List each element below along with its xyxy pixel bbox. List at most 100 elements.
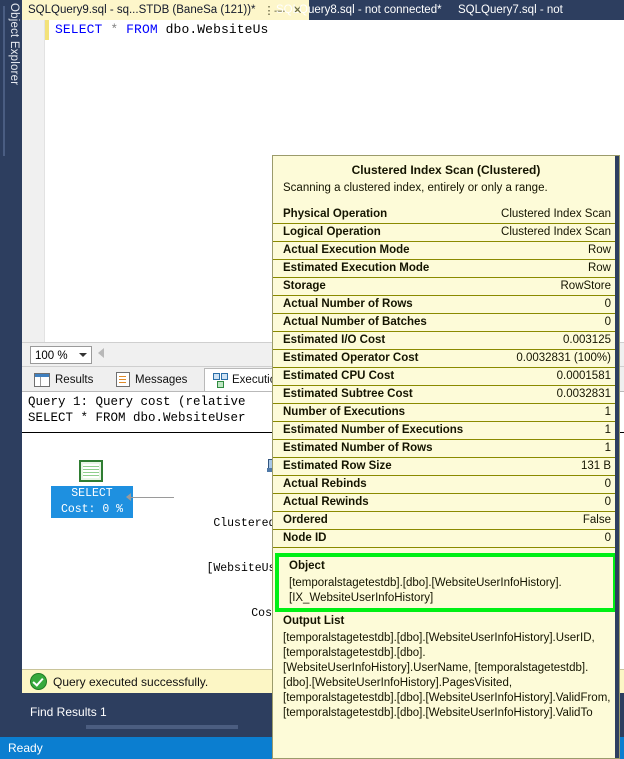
- tooltip-property-row: Estimated Execution Mode Row: [273, 259, 619, 278]
- tooltip-property-key: Actual Rebinds: [273, 475, 484, 494]
- tooltip-property-key: Estimated Execution Mode: [273, 259, 484, 278]
- plan-header-line2: SELECT * FROM dbo.WebsiteUser: [28, 411, 246, 425]
- tooltip-output-value: [temporalstagetestdb].[dbo].[WebsiteUser…: [283, 632, 611, 719]
- tooltip-property-key: Number of Executions: [273, 403, 484, 422]
- sql-star: *: [110, 22, 119, 37]
- tooltip-property-row: Actual Rebinds 0: [273, 475, 619, 494]
- tooltip-property-value: 0.003125: [483, 331, 619, 350]
- tooltip-property-key: Logical Operation: [273, 223, 484, 242]
- tooltip-property-row: Estimated Number of Executions 1: [273, 421, 619, 440]
- tooltip-property-row: Physical Operation Clustered Index Scan: [273, 206, 619, 224]
- sql-keyword-select: SELECT: [55, 22, 103, 37]
- sql-editor[interactable]: SELECT * FROM dbo.WebsiteUserInfoHistory: [22, 20, 269, 342]
- tooltip-property-value: 1: [483, 421, 619, 440]
- plan-node-select[interactable]: SELECT Cost: 0 %: [51, 486, 133, 518]
- tooltip-property-row: Estimated Number of Rows 1: [273, 439, 619, 458]
- tooltip-property-value: 0: [483, 295, 619, 314]
- tooltip-property-value: 0.0032831 (100%): [483, 349, 619, 368]
- tooltip-property-value: 0: [483, 313, 619, 332]
- select-table-icon: [79, 460, 103, 482]
- tooltip-property-row: Estimated Operator Cost 0.0032831 (100%): [273, 349, 619, 368]
- tab-sqlquery9[interactable]: SQLQuery9.sql - sq...STDB (BaneSa (121))…: [22, 0, 309, 20]
- tab-title: SQLQuery8.sql - not connected*: [276, 4, 442, 16]
- tooltip-property-value: 1: [483, 403, 619, 422]
- grid-icon: [34, 372, 50, 387]
- tooltip-property-row: Ordered False: [273, 511, 619, 530]
- tooltip-property-value: 0: [483, 475, 619, 494]
- tab-messages[interactable]: Messages: [108, 368, 195, 391]
- editor-gutter: [22, 20, 45, 342]
- tooltip-property-value: 1: [483, 439, 619, 458]
- object-explorer-dock: Object Explorer: [0, 0, 22, 759]
- tab-results[interactable]: Results: [26, 368, 101, 391]
- tooltip-property-value: Clustered Index Scan: [483, 206, 619, 224]
- tooltip-property-key: Actual Rewinds: [273, 493, 484, 512]
- tooltip-property-value: Row: [483, 259, 619, 278]
- tab-sqlquery8[interactable]: SQLQuery8.sql - not connected*: [270, 0, 448, 20]
- zoom-level-value: 100 %: [35, 350, 68, 362]
- tab-results-label: Results: [55, 373, 94, 386]
- tooltip-property-value: 0: [483, 529, 619, 548]
- tab-title: SQLQuery9.sql - sq...STDB (BaneSa (121))…: [28, 4, 256, 16]
- tooltip-property-key: Storage: [273, 277, 484, 296]
- zoom-level-select[interactable]: 100 %: [30, 346, 92, 364]
- tooltip-property-value: False: [483, 511, 619, 530]
- tooltip-property-row: Estimated CPU Cost 0.0001581: [273, 367, 619, 386]
- tooltip-property-key: Estimated I/O Cost: [273, 331, 484, 350]
- tooltip-property-row: Storage RowStore: [273, 277, 619, 296]
- tooltip-property-key: Estimated Number of Executions: [273, 421, 484, 440]
- tooltip-property-key: Actual Number of Batches: [273, 313, 484, 332]
- plan-node-select-title: SELECT: [71, 487, 113, 500]
- tooltip-property-row: Estimated I/O Cost 0.003125: [273, 331, 619, 350]
- tab-title: SQLQuery7.sql - not: [458, 4, 563, 16]
- tooltip-property-row: Actual Rewinds 0: [273, 493, 619, 512]
- plan-node-select-cost: Cost: 0 %: [60, 503, 124, 516]
- chevron-down-icon[interactable]: [79, 353, 87, 357]
- plan-header-line1: Query 1: Query cost (relative: [28, 395, 246, 409]
- tooltip-property-row: Estimated Row Size 131 B: [273, 457, 619, 476]
- tooltip-property-row: Estimated Subtree Cost 0.0032831: [273, 385, 619, 404]
- object-highlight-box: Object [temporalstagetestdb].[dbo].[Webs…: [275, 553, 617, 612]
- ssms-window: Object Explorer SQLQuery9.sql - sq...STD…: [0, 0, 624, 759]
- object-explorer-tab[interactable]: Object Explorer: [3, 3, 22, 156]
- plan-header: Query 1: Query cost (relative SELECT * F…: [28, 394, 246, 426]
- tooltip-property-value: RowStore: [483, 277, 619, 296]
- tooltip-edge: [615, 156, 619, 758]
- tooltip-property-row: Actual Execution Mode Row: [273, 241, 619, 260]
- tooltip-property-value: 0.0001581: [483, 367, 619, 386]
- scroll-left-icon[interactable]: [98, 348, 104, 358]
- tooltip-properties-body: Physical Operation Clustered Index Scan Lo…: [273, 206, 619, 548]
- success-check-icon: [30, 673, 47, 690]
- tooltip-object-value: [temporalstagetestdb].[dbo].[WebsiteUser…: [289, 577, 562, 604]
- find-results-label: Find Results 1: [30, 705, 107, 719]
- tab-sqlquery7[interactable]: SQLQuery7.sql - not: [452, 0, 569, 20]
- execution-plan-icon: [213, 373, 228, 388]
- sql-table-identifier: dbo.WebsiteUserInfoHistory: [165, 22, 269, 37]
- tooltip-property-key: Ordered: [273, 511, 484, 530]
- tooltip-property-key: Estimated Number of Rows: [273, 439, 484, 458]
- tooltip-property-key: Estimated Subtree Cost: [273, 385, 484, 404]
- tooltip-property-value: 131 B: [483, 457, 619, 476]
- tooltip-property-key: Actual Number of Rows: [273, 295, 484, 314]
- tooltip-property-value: Row: [483, 241, 619, 260]
- tooltip-property-row: Logical Operation Clustered Index Scan: [273, 223, 619, 242]
- tooltip-properties-table: Physical Operation Clustered Index Scan Lo…: [273, 206, 619, 548]
- tooltip-title: Clustered Index Scan (Clustered): [351, 163, 541, 177]
- tooltip-property-value: 0.0032831: [483, 385, 619, 404]
- tooltip-property-row: Node ID 0: [273, 529, 619, 548]
- tab-messages-label: Messages: [135, 373, 188, 386]
- tooltip-property-key: Estimated Row Size: [273, 457, 484, 476]
- tooltip-property-key: Physical Operation: [273, 206, 484, 224]
- tooltip-property-value: Clustered Index Scan: [483, 223, 619, 242]
- tooltip-subtitle: Scanning a clustered index, entirely or …: [283, 182, 548, 194]
- sql-code-line: SELECT * FROM dbo.WebsiteUserInfoHistory: [55, 22, 269, 37]
- sql-keyword-from: FROM: [126, 22, 158, 37]
- tooltip-property-row: Number of Executions 1: [273, 403, 619, 422]
- status-bar-text: Ready: [8, 741, 43, 755]
- tooltip-property-key: Actual Execution Mode: [273, 241, 484, 260]
- object-explorer-label: Object Explorer: [8, 3, 20, 86]
- tooltip-property-row: Actual Number of Batches 0: [273, 313, 619, 332]
- message-icon: [116, 372, 130, 387]
- tooltip-property-key: Estimated CPU Cost: [273, 367, 484, 386]
- execution-plan-tooltip: Clustered Index Scan (Clustered) Scannin…: [272, 155, 620, 759]
